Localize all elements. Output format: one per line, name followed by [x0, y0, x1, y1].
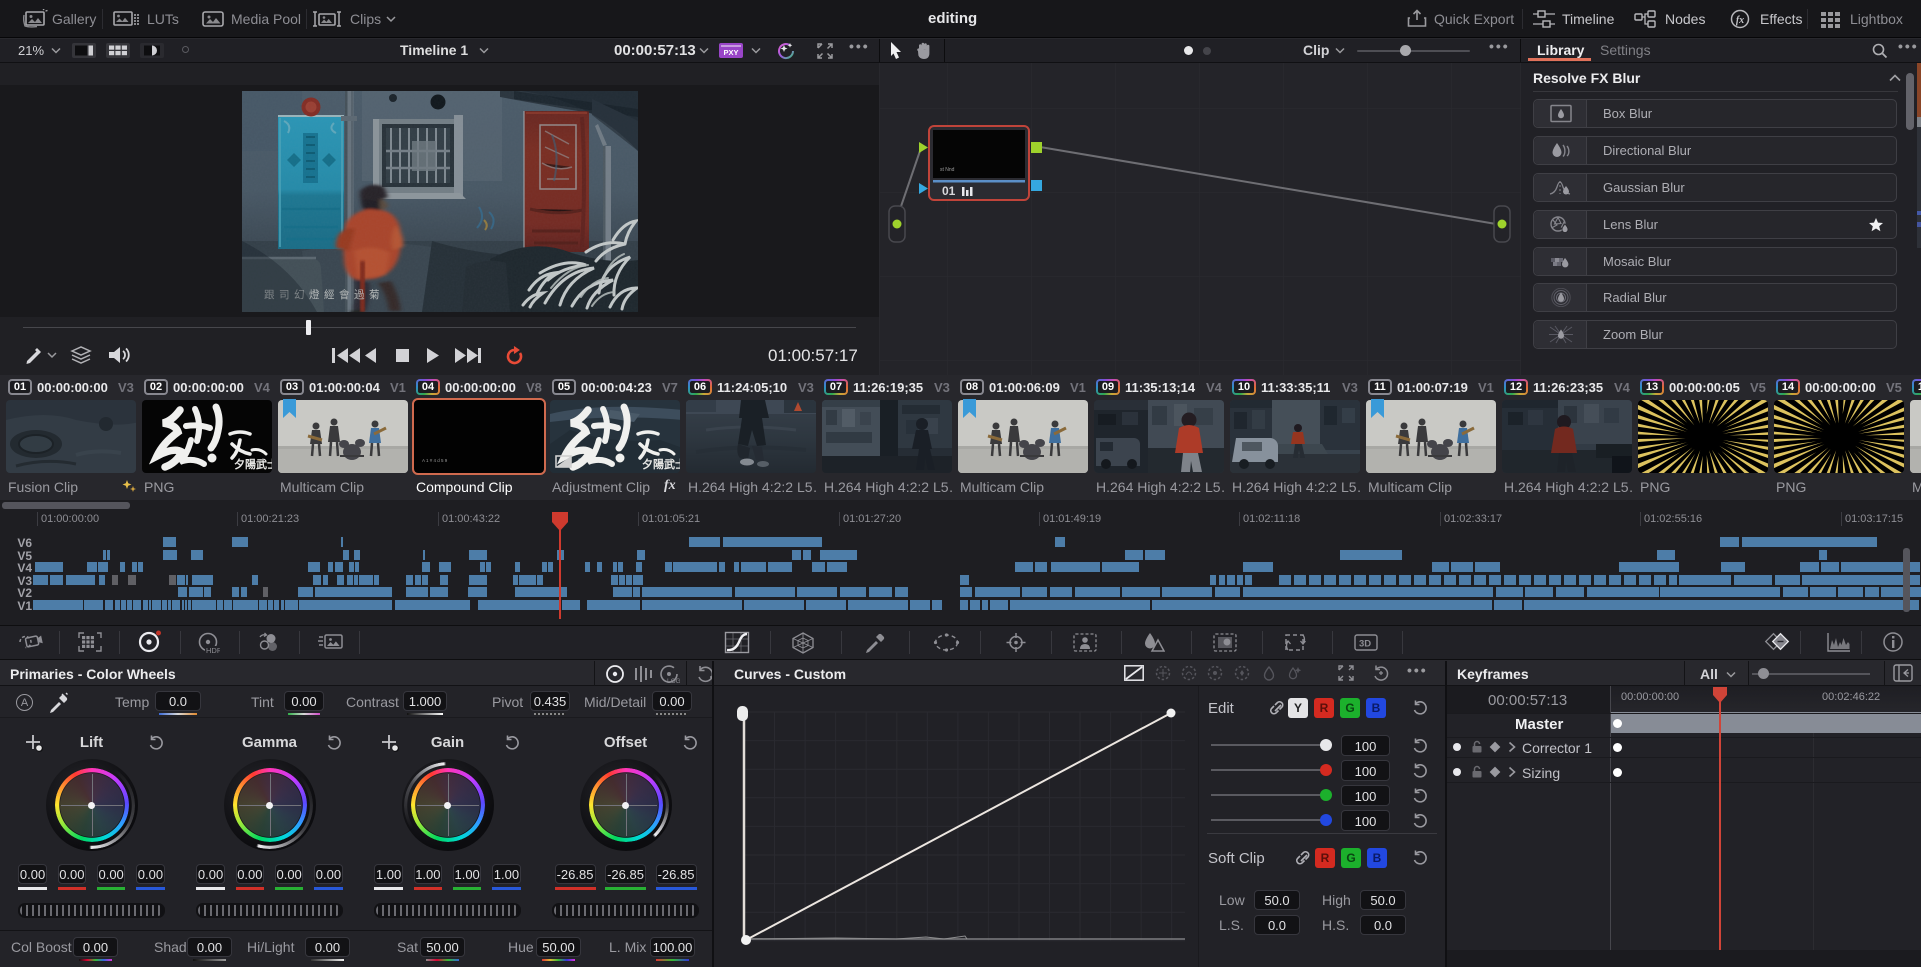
- svg-text:01: 01: [942, 184, 956, 198]
- svg-text:fx: fx: [1736, 15, 1744, 26]
- svg-text:HDR: HDR: [206, 646, 220, 654]
- svg-text:PXY: PXY: [723, 48, 738, 57]
- svg-text:st Nnd: st Nnd: [940, 167, 955, 173]
- svg-text:3D: 3D: [1359, 639, 1371, 650]
- svg-text:A 1 # 4 d 5 9: A 1 # 4 d 5 9: [422, 458, 448, 463]
- svg-text:夕陽武士: 夕陽武士: [642, 457, 680, 471]
- svg-text:夕陽武士: 夕陽武士: [234, 457, 272, 471]
- svg-text:LOG: LOG: [667, 678, 680, 685]
